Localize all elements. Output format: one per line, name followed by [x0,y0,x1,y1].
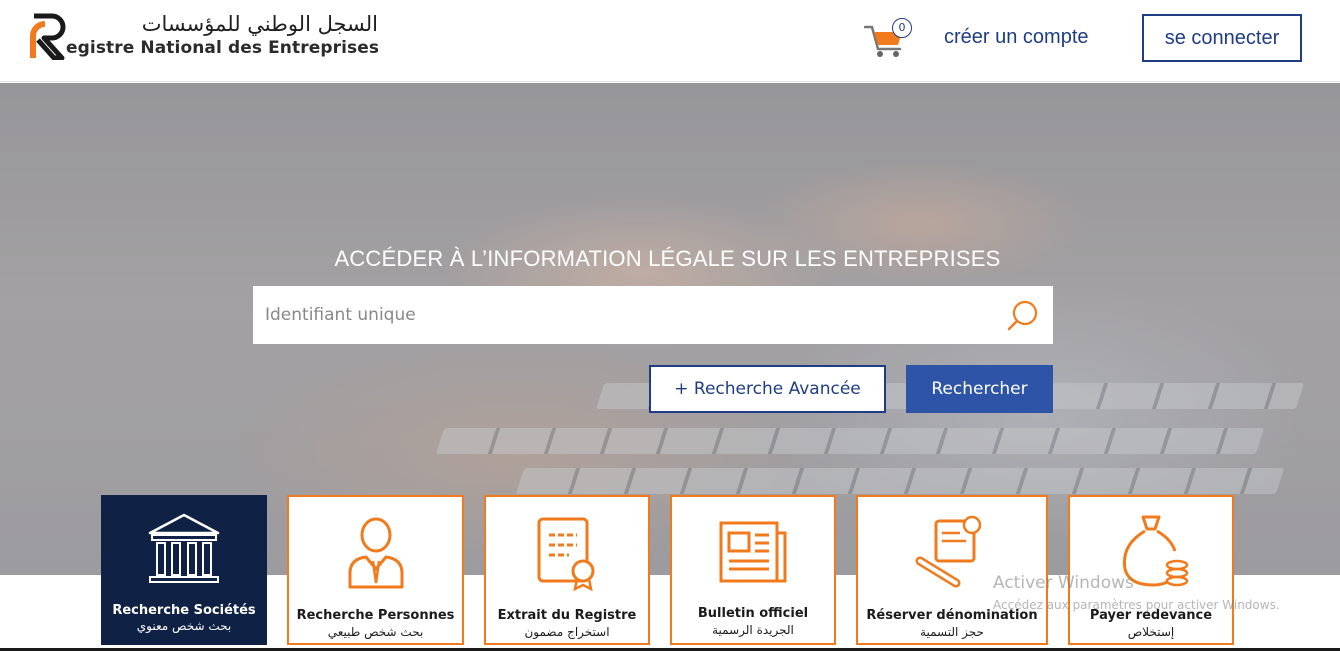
tile-recherche-societes[interactable]: Recherche Sociétés بحث شخص معنوي [101,495,267,645]
tile-payer-redevance[interactable]: Payer redevance إستخلاص [1068,495,1234,645]
certificate-icon [537,517,595,591]
tile-sublabel: الجريدة الرسمية [712,623,794,637]
tile-reserver-denomination[interactable]: Réserver dénomination حجز التسمية [856,495,1048,645]
search-icon[interactable] [1005,298,1041,334]
tile-sublabel: بحث شخص طبيعي [327,625,424,639]
tile-sublabel: إستخلاص [1127,625,1175,639]
search-button[interactable]: Rechercher [906,365,1053,413]
advanced-search-button[interactable]: + Recherche Avancée [649,365,886,413]
tile-sublabel: بحث شخص معنوي [136,619,232,633]
building-columns-icon [148,513,220,583]
site-header: السجل الوطني للمؤسسات egistre National d… [0,0,1340,82]
tile-label: Recherche Personnes [296,608,455,623]
logo-french-text: egistre National des Entreprises [66,38,380,58]
tile-bulletin-officiel[interactable]: Bulletin officiel الجريدة الرسمية [670,495,836,645]
tile-label: Bulletin officiel [697,606,809,621]
tile-label: Extrait du Registre [497,608,637,623]
newspaper-icon [719,521,787,583]
search-input[interactable] [253,286,993,344]
hero-title: ACCÉDER À L’INFORMATION LÉGALE SUR LES E… [334,246,1001,271]
shopping-cart-button[interactable]: 0 [864,17,914,57]
search-box [253,286,1053,344]
windows-activation-text: Accédez aux paramètres pour activer Wind… [993,598,1280,612]
tile-sublabel: استخراج مضمون [524,625,610,639]
person-icon [348,517,403,589]
tile-recherche-personnes[interactable]: Recherche Personnes بحث شخص طبيعي [287,495,464,645]
tile-label: Recherche Sociétés [112,603,256,618]
cart-count-badge: 0 [892,18,912,38]
site-logo[interactable]: السجل الوطني للمؤسسات egistre National d… [30,12,390,64]
create-account-link[interactable]: créer un compte [944,26,1089,49]
tile-sublabel: حجز التسمية [920,625,984,639]
logo-arabic-text: السجل الوطني للمؤسسات [141,12,378,36]
login-button[interactable]: se connecter [1142,14,1302,62]
tile-extrait-registre[interactable]: Extrait du Registre استخراج مضمون [484,495,650,645]
document-seal-icon [915,515,982,588]
windows-activation-title: Activer Windows [993,573,1134,593]
